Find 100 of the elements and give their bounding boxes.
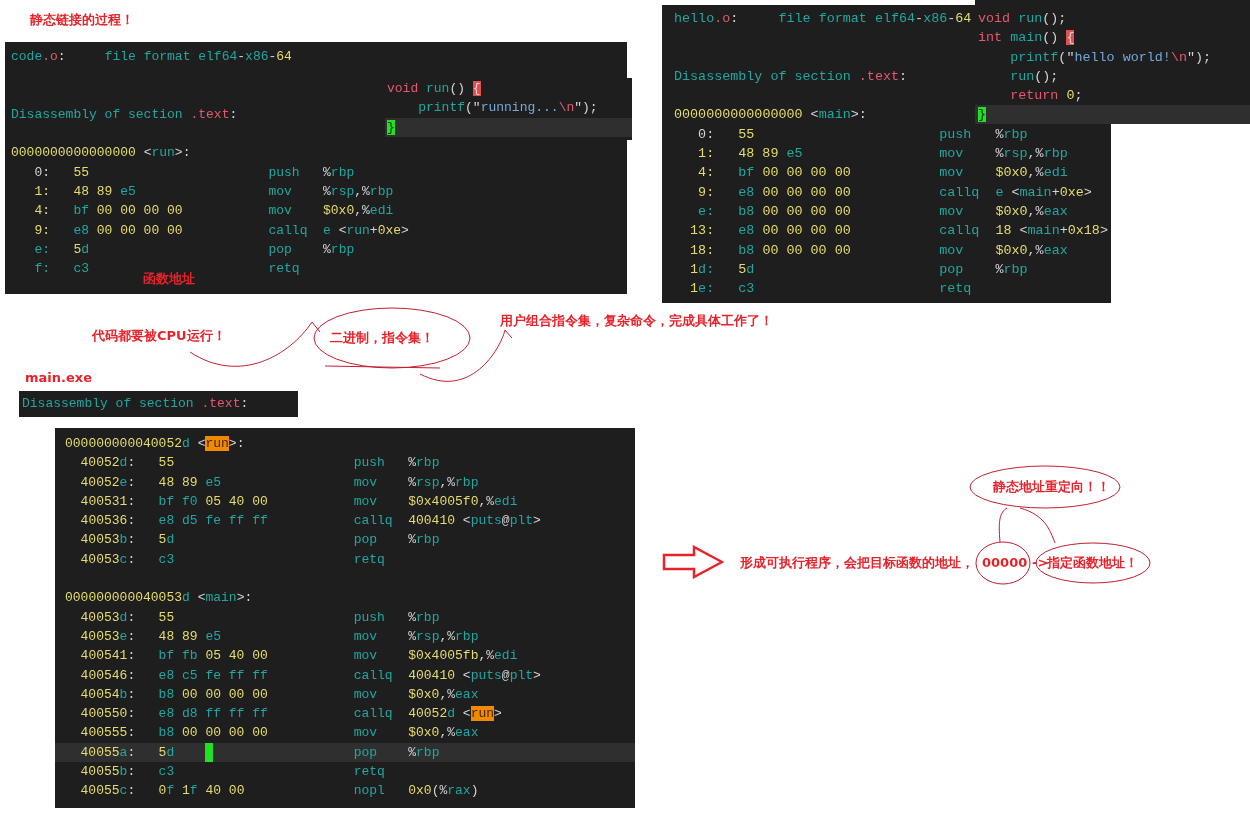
code-address: 18: [689,241,715,260]
instruction-mnemonic: mov [353,473,379,492]
instruction-mnemonic: push [353,608,386,627]
code-address: f: [33,260,50,279]
instruction-mnemonic: callq [939,222,981,241]
ink-circle [975,541,1031,585]
ink-line [1019,507,1056,544]
annotation-text: 用户组合指令集，复杂命令，完成具体工作了！ [500,313,773,329]
instruction-mnemonic: mov [353,685,379,704]
instruction-mnemonic: nopl [353,782,386,801]
instruction-mnemonic: mov [353,724,379,743]
annotation-text: 形成可执行程序，会把目标函数的地址， [740,555,974,571]
code-address: 400550: [79,705,136,724]
machine-code: 55 [158,608,175,627]
machine-code: bf fb 05 40 00 [158,647,268,666]
code-line: 000000000040052d <run>: [65,435,245,453]
machine-code: c3 [158,550,175,569]
instruction-mnemonic: mov [939,241,965,260]
instruction-operands: $0x4005f0,%edi [408,492,518,511]
annotation-text: 静态地址重定向！！ [993,479,1110,495]
instruction-mnemonic: mov [353,492,379,511]
machine-code: 55 [158,454,175,473]
machine-code: 5d [738,260,755,279]
code-address: 400536: [79,512,136,531]
code-address: 400555: [79,724,136,743]
code-line: 0000000000000000 <main>: [674,106,867,125]
instruction-mnemonic: mov [268,202,293,221]
instruction-mnemonic: mov [353,627,379,646]
code-address: 400541: [79,647,136,666]
machine-code: 5d [158,743,175,762]
code-address: e: [697,202,715,221]
code-address: 1: [697,145,715,164]
code-address: 4: [33,202,50,221]
machine-code: b8 00 00 00 00 [738,241,851,260]
code-address: 1d: [689,260,715,279]
instruction-operands: %rbp [408,608,440,627]
machine-code: 5d [73,240,89,259]
annotation-text: 函数地址 [143,271,195,287]
instruction-mnemonic: callq [353,512,394,531]
hollow-arrow-icon [662,545,724,579]
code-address: 40053b: [79,531,136,550]
instruction-operands: $0x0,%eax [995,241,1068,260]
instruction-operands: $0x0,%eax [995,202,1068,221]
instruction-mnemonic: retq [268,260,301,279]
machine-code: 0f 1f 40 00 [158,782,245,801]
instruction-mnemonic: push [268,163,301,182]
code-address: 40053c: [79,550,136,569]
ink-line [998,507,1008,543]
instruction-operands: $0x0,%edi [995,164,1068,183]
machine-code: c3 [73,260,89,279]
machine-code: 5d [158,531,175,550]
code-address: 40055b: [79,763,136,782]
annotation-text: 代码都要被CPU运行！ [92,328,226,344]
code-line: 000000000040053d <main>: [65,589,253,608]
instruction-operands: e <run+0xe> [323,221,409,240]
instruction-mnemonic: mov [939,202,965,221]
machine-code: c3 [158,763,175,782]
instruction-operands: %rbp [408,454,440,473]
instruction-operands: $0x0,%eax [408,685,479,704]
code-address: 40053e: [79,627,136,646]
machine-code: c3 [738,280,755,299]
instruction-mnemonic: mov [939,145,965,164]
instruction-operands: %rbp [995,125,1028,144]
instruction-mnemonic: pop [353,743,379,762]
code-address: 40055c: [79,782,136,801]
instruction-mnemonic: mov [268,183,293,202]
instruction-operands: %rbp [995,260,1028,279]
instruction-operands: 0x0(%rax) [408,782,479,801]
code-line: int main() { [978,29,1075,48]
machine-code: b8 00 00 00 00 [158,724,268,743]
code-line: 0000000000000000 <run>: [11,144,191,163]
machine-code: 55 [738,125,755,144]
instruction-operands: 400410 <puts@plt> [408,666,541,685]
annotation-text: 指定函数地址！ [1047,555,1138,571]
instruction-mnemonic: mov [353,647,379,666]
code-address: 40052e: [79,473,136,492]
code-address: 40054b: [79,685,136,704]
machine-code: bf 00 00 00 00 [73,202,183,221]
instruction-mnemonic: mov [939,164,965,183]
code-address: e: [33,240,50,259]
machine-code: 55 [73,163,89,182]
machine-code: e8 d5 fe ff ff [158,512,268,531]
code-address: 9: [697,183,715,202]
code-line: code.o: file format elf64-x86-64 [11,48,292,66]
instruction-operands: %rsp,%rbp [408,473,479,492]
code-address: 400546: [79,666,136,685]
instruction-operands: $0x0,%eax [408,724,479,743]
code-line: return 0; [1010,87,1083,106]
code-address: 0: [33,163,50,182]
code-address: 40055a: [79,743,136,762]
code-address: 1e: [689,280,715,299]
code-address: 40052d: [79,454,136,473]
instruction-operands: e <main+0xe> [995,183,1092,202]
annotation-text: 00000 [982,555,1028,571]
annotation-text: 二进制，指令集！ [330,330,434,346]
instruction-operands: %rsp,%rbp [323,183,394,202]
instruction-mnemonic: pop [353,531,379,550]
machine-code: b8 00 00 00 00 [738,202,851,221]
instruction-mnemonic: callq [268,221,309,240]
instruction-mnemonic: callq [353,666,394,685]
